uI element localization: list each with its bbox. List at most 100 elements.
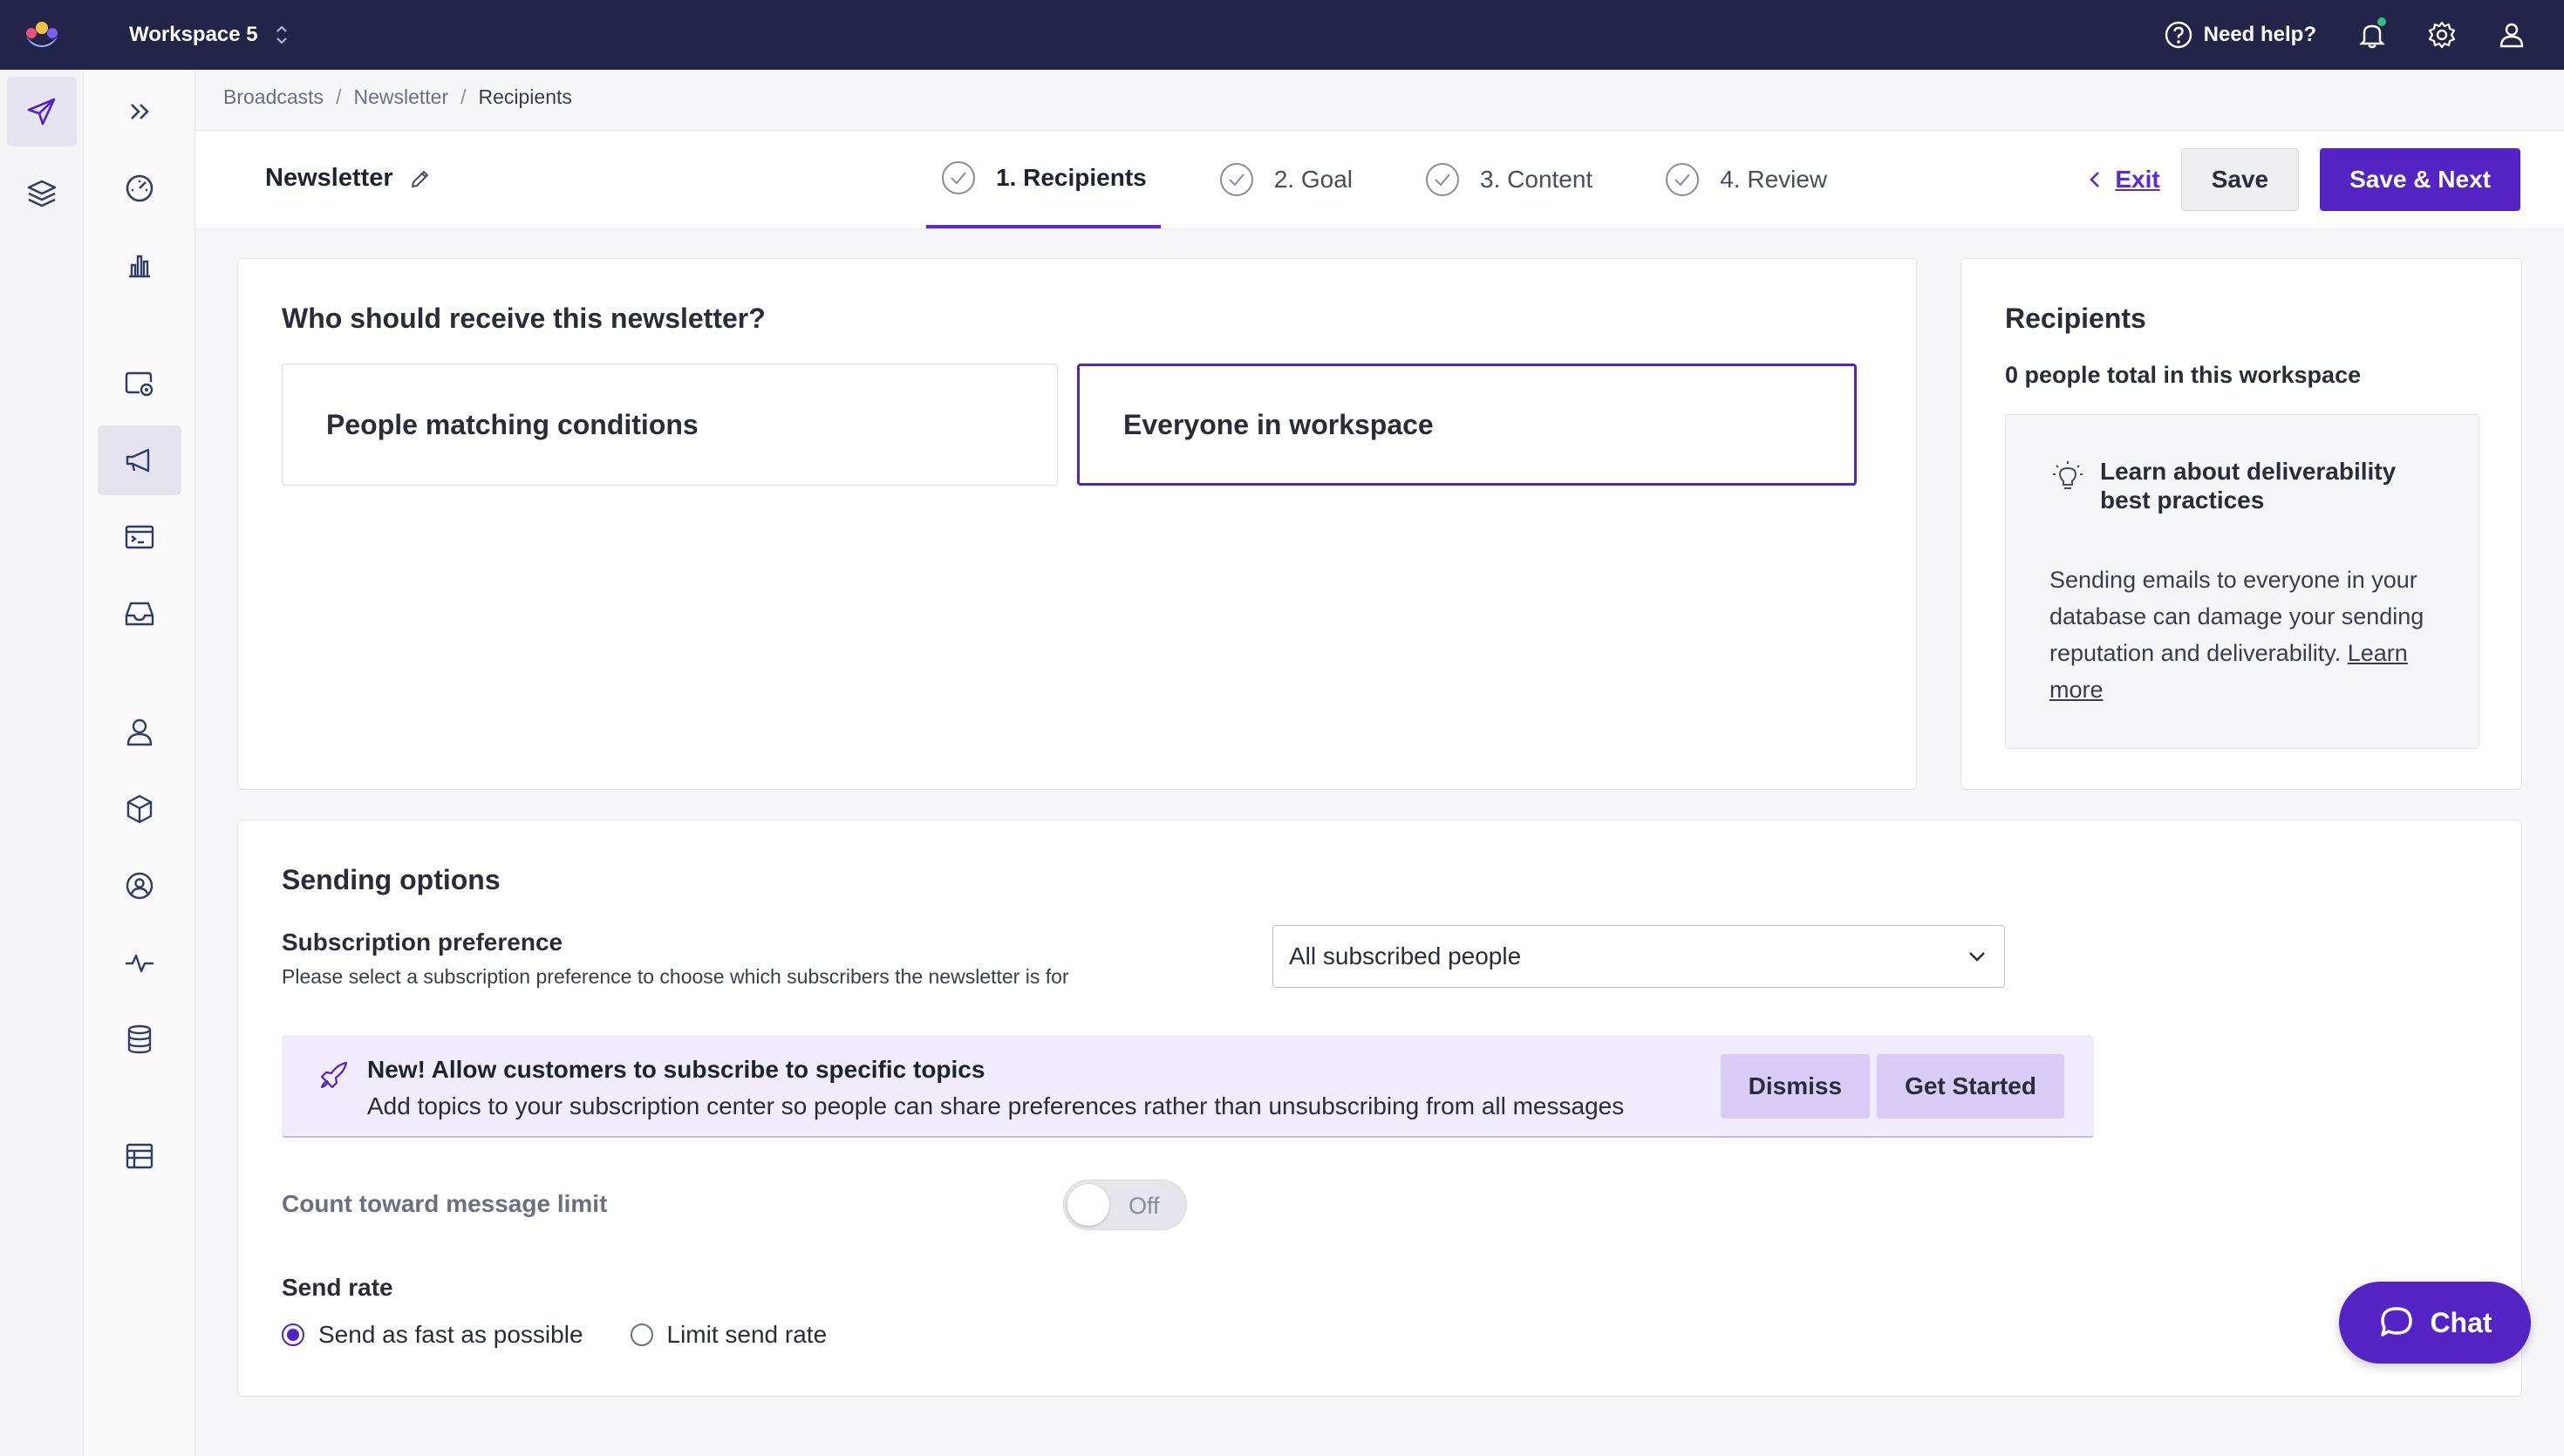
radio-send-fast[interactable]: Send as fast as possible	[282, 1321, 583, 1349]
toggle-state-label: Off	[1129, 1193, 1160, 1219]
tab-review-label: 4. Review	[1720, 166, 1828, 193]
count-toward-limit-toggle[interactable]: Off	[1063, 1180, 1187, 1230]
chat-button[interactable]: Chat	[2339, 1282, 2531, 1364]
rail-objects-button[interactable]	[105, 774, 174, 844]
subscription-preference-value: All subscribed people	[1289, 942, 1522, 970]
rail-dashboard-button[interactable]	[105, 153, 174, 223]
inbox-icon	[125, 602, 154, 626]
tab-review[interactable]: 4. Review	[1650, 131, 1841, 228]
radio-limit-rate-label: Limit send rate	[666, 1321, 828, 1348]
option-everyone-in-workspace[interactable]: Everyone in workspace	[1077, 364, 1857, 486]
option-people-matching-conditions[interactable]: People matching conditions	[282, 364, 1058, 486]
tab-goal[interactable]: 2. Goal	[1204, 131, 1367, 228]
person-icon	[126, 718, 153, 746]
rail-broadcasts-button[interactable]	[98, 425, 181, 495]
breadcrumb-broadcasts[interactable]: Broadcasts	[223, 85, 324, 109]
send-rate-options: Send as fast as possible Limit send rate	[282, 1321, 827, 1349]
rail-data-button[interactable]	[7, 159, 77, 228]
help-circle-icon	[2165, 21, 2192, 49]
chat-bubble-icon	[2381, 1307, 2413, 1337]
topics-banner: New! Allow customers to subscribe to spe…	[282, 1035, 2094, 1138]
tab-goal-label: 2. Goal	[1273, 166, 1354, 193]
banner-title: New! Allow customers to subscribe to spe…	[367, 1056, 985, 1083]
pulse-icon	[126, 954, 153, 973]
megaphone-icon	[126, 448, 150, 473]
check-circle-icon	[1666, 163, 1700, 196]
tip-title: Learn about deliverability best practice…	[2100, 458, 2397, 514]
need-help-button[interactable]: Need help?	[2164, 20, 2316, 50]
tab-recipients-label: 1. Recipients	[996, 164, 1147, 191]
expand-sidebar-button[interactable]	[105, 77, 174, 146]
radio-dot	[630, 1323, 653, 1346]
layers-icon	[27, 180, 57, 208]
account-button[interactable]	[2494, 17, 2529, 52]
editor-header: Newsletter 1. Recipients 2. Goal 3. Cont…	[195, 130, 2564, 229]
subscription-preference-select[interactable]: All subscribed people	[1272, 925, 2005, 988]
rail-database-button[interactable]	[105, 1004, 174, 1074]
recipients-question: Who should receive this newsletter?	[282, 303, 766, 334]
tab-content-label: 3. Content	[1480, 166, 1593, 193]
recipients-card: Who should receive this newsletter? Peop…	[237, 258, 1917, 790]
tab-content[interactable]: 3. Content	[1410, 131, 1606, 228]
bar-chart-icon	[129, 255, 150, 278]
user-icon	[2499, 23, 2524, 48]
save-next-button[interactable]: Save & Next	[2320, 148, 2520, 211]
primary-rail	[0, 70, 84, 1456]
recipients-summary-card: Recipients 0 people total in this worksp…	[1961, 258, 2522, 790]
send-rate-label: Send rate	[282, 1274, 393, 1301]
radio-send-fast-label: Send as fast as possible	[318, 1321, 583, 1348]
secondary-rail	[84, 70, 195, 1456]
chevron-updown-icon	[276, 25, 287, 44]
notifications-button[interactable]	[2355, 16, 2390, 52]
rail-segments-button[interactable]	[105, 851, 174, 921]
breadcrumb-newsletter[interactable]: Newsletter	[353, 85, 448, 109]
check-circle-icon	[942, 161, 975, 194]
terminal-icon	[125, 525, 154, 549]
banner-text: Add topics to your subscription center s…	[367, 1092, 1625, 1119]
rail-transactional-button[interactable]	[105, 502, 174, 572]
paper-plane-icon	[27, 98, 56, 126]
workspace-name: Workspace 5	[129, 23, 258, 46]
exit-link[interactable]: Exit	[2085, 166, 2160, 194]
workspace-switcher[interactable]: Workspace 5	[129, 17, 290, 52]
rail-analytics-button[interactable]	[105, 230, 174, 300]
summary-title: Recipients	[2005, 303, 2146, 334]
header-actions: Exit Save Save & Next	[2085, 148, 2520, 211]
rail-people-button[interactable]	[105, 697, 174, 767]
chevrons-right-icon	[131, 104, 149, 119]
check-circle-icon	[1426, 163, 1460, 196]
rail-messaging-button[interactable]	[7, 77, 77, 146]
settings-button[interactable]	[2424, 17, 2459, 52]
page-title: Newsletter	[265, 164, 432, 193]
breadcrumb-separator: /	[336, 85, 342, 108]
cube-icon	[126, 794, 153, 824]
save-button[interactable]: Save	[2180, 148, 2300, 211]
exit-label: Exit	[2115, 166, 2160, 193]
pencil-icon[interactable]	[409, 167, 432, 190]
recipient-count: 0 people total in this workspace	[2005, 362, 2362, 388]
radio-limit-rate[interactable]: Limit send rate	[630, 1321, 828, 1349]
check-circle-icon	[1219, 163, 1253, 196]
dismiss-button[interactable]: Dismiss	[1720, 1054, 1871, 1119]
rail-inbox-button[interactable]	[105, 579, 174, 649]
table-icon	[126, 1143, 153, 1169]
need-help-label: Need help?	[2203, 23, 2316, 46]
tip-body: Sending emails to everyone in your datab…	[2049, 561, 2433, 708]
app-logo-icon[interactable]	[21, 16, 63, 54]
tab-recipients[interactable]: 1. Recipients	[926, 131, 1161, 228]
get-started-button[interactable]: Get Started	[1877, 1054, 2064, 1119]
chevron-down-icon	[1969, 952, 1985, 962]
rail-tables-button[interactable]	[105, 1121, 174, 1191]
subscription-preference-label: Subscription preference	[282, 929, 563, 956]
top-bar: Workspace 5 Need help?	[0, 0, 2564, 70]
user-circle-icon	[126, 872, 153, 900]
rail-campaigns-button[interactable]	[105, 349, 174, 418]
newsletter-title: Newsletter	[265, 164, 393, 192]
breadcrumb-current: Recipients	[478, 85, 572, 108]
subscription-preference-help: Please select a subscription preference …	[282, 965, 1069, 988]
radio-dot-selected	[282, 1323, 304, 1346]
count-toward-limit-label: Count toward message limit	[282, 1190, 608, 1217]
rail-activity-button[interactable]	[105, 928, 174, 997]
banner-actions: Dismiss Get Started	[1720, 1054, 2064, 1119]
sending-options-title: Sending options	[282, 864, 501, 895]
